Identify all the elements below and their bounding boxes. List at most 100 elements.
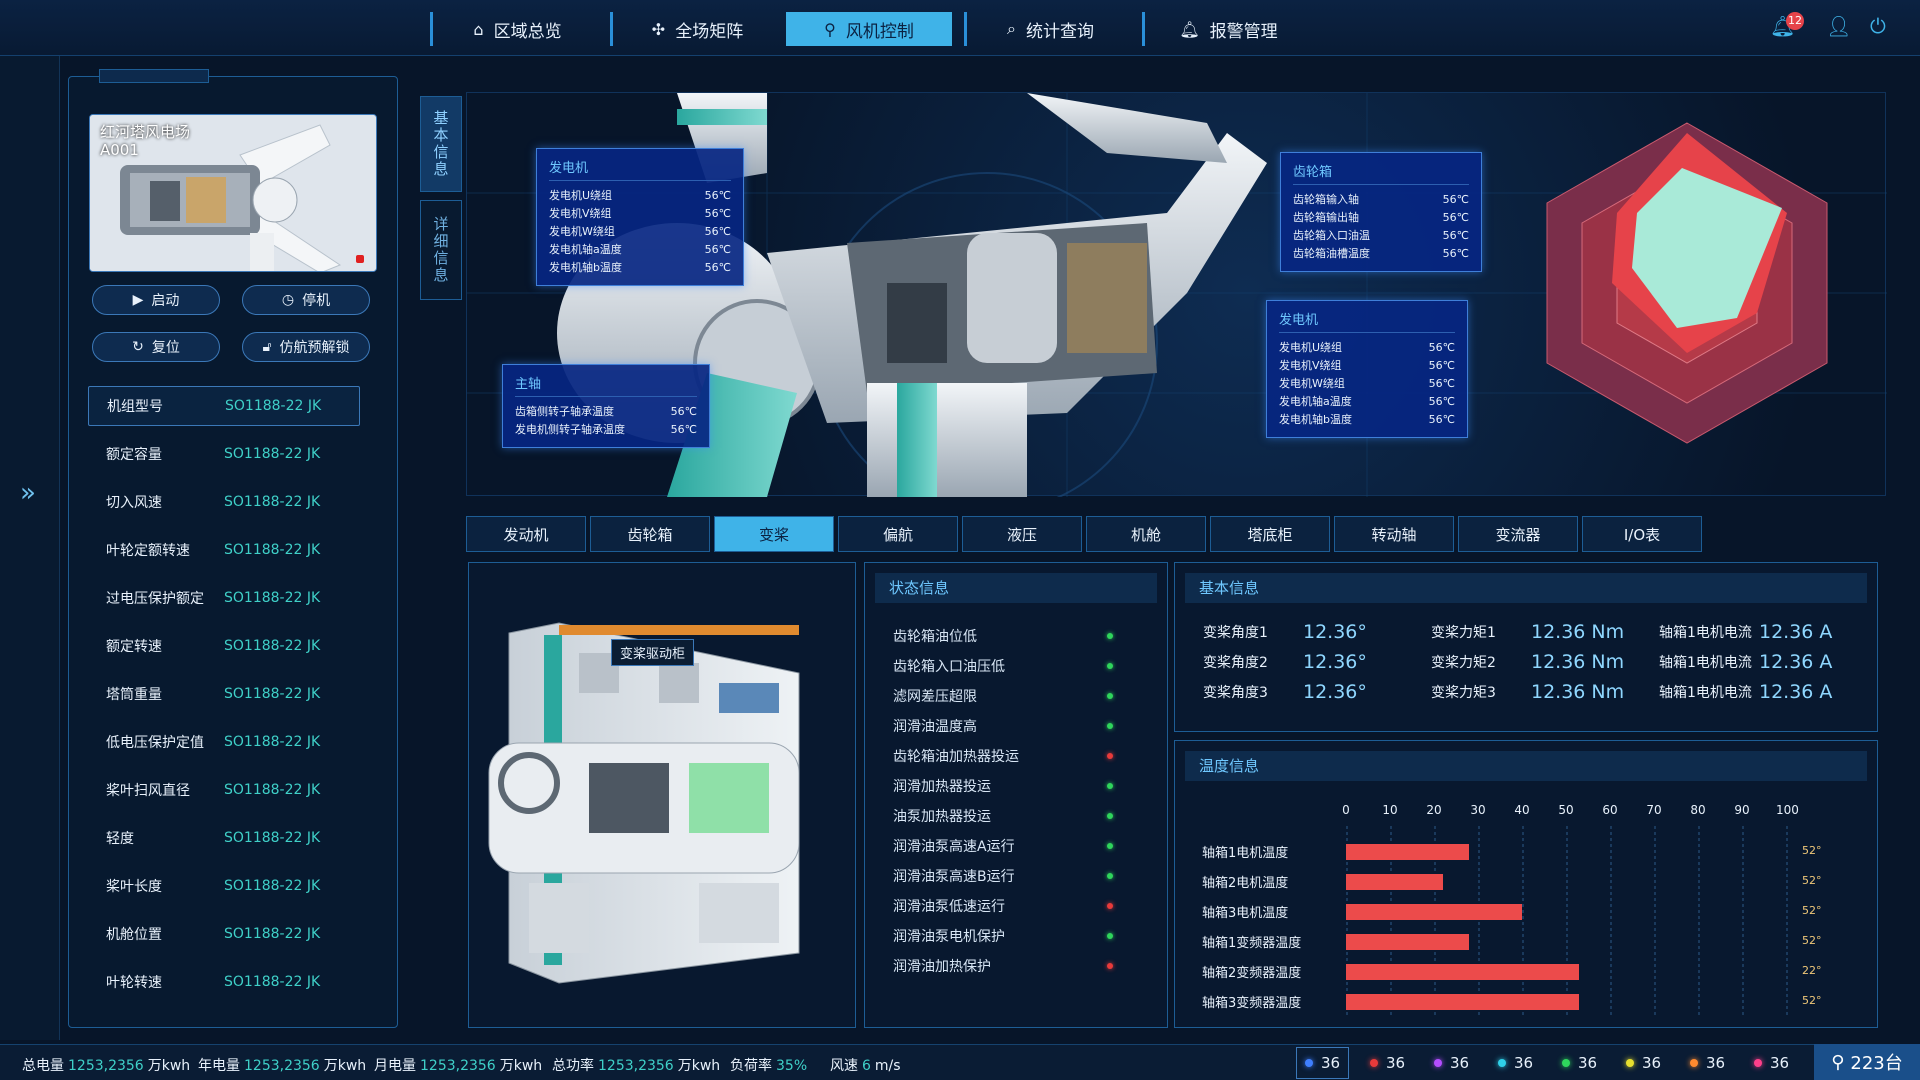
spec-value: SO1188-22 JK bbox=[224, 590, 321, 606]
basic-info-label: 轴箱1电机电流 bbox=[1659, 685, 1752, 701]
status-count-chip[interactable]: 36 bbox=[1296, 1047, 1350, 1079]
turbine-icon: ⚲ bbox=[1831, 1051, 1845, 1073]
nav-item-alarm-management[interactable]: 🔔︎ 报警管理 bbox=[1142, 12, 1312, 46]
tab-detail-info[interactable]: 详细信息 bbox=[420, 200, 462, 300]
info-label: 发电机轴a温度 bbox=[549, 243, 622, 256]
status-count-chip[interactable]: 36 bbox=[1498, 1047, 1533, 1079]
info-value: 56℃ bbox=[1428, 395, 1455, 408]
status-count-chip[interactable]: 36 bbox=[1690, 1047, 1725, 1079]
status-dot bbox=[1107, 753, 1113, 759]
info-row: 齿箱侧转子轴承温度 56℃ bbox=[515, 403, 697, 421]
nav-item-region-overview[interactable]: ⌂ 区域总览 bbox=[430, 12, 602, 46]
spec-row[interactable]: 切入风速 SO1188-22 JK bbox=[88, 482, 360, 522]
user-icon[interactable]: 👤︎ bbox=[1826, 14, 1851, 38]
basic-info-value: 12.36° bbox=[1303, 621, 1367, 643]
info-row: 齿轮箱输出轴 56℃ bbox=[1293, 209, 1469, 227]
turbine-thumbnail[interactable]: 红河塔风电场 A001 bbox=[89, 114, 377, 272]
chip-dot bbox=[1498, 1059, 1506, 1067]
footer-stat-unit: 万kwh bbox=[499, 1058, 543, 1074]
spec-row[interactable]: 叶轮转速 SO1188-22 JK bbox=[88, 962, 360, 1002]
basic-info-panel: 基本信息 变桨角度1 12.36° 变桨力矩1 12.36 Nm 轴箱1电机电流 12.3… bbox=[1174, 562, 1878, 732]
turbine-count[interactable]: ⚲ 223台 bbox=[1814, 1044, 1920, 1080]
spec-row[interactable]: 桨叶扫风直径 SO1188-22 JK bbox=[88, 770, 360, 810]
tab-偏航[interactable]: 偏航 bbox=[838, 516, 958, 552]
status-label: 润滑油泵高速A运行 bbox=[893, 839, 1015, 855]
spec-row[interactable]: 额定转速 SO1188-22 JK bbox=[88, 626, 360, 666]
generator-info-box: 发电机 发电机U绕组 56℃ 发电机V绕组 56℃ 发电机W绕组 56℃ 发电机轴a温度 56… bbox=[536, 148, 744, 286]
spec-label: 额定容量 bbox=[106, 447, 162, 463]
reset-button[interactable]: ↻ 复位 bbox=[92, 332, 220, 362]
nav-item-field-matrix[interactable]: ✣ 全场矩阵 bbox=[610, 12, 782, 46]
status-count-chip[interactable]: 36 bbox=[1370, 1047, 1405, 1079]
temperature-bar-value: 52° bbox=[1802, 874, 1822, 887]
status-count-chip[interactable]: 36 bbox=[1626, 1047, 1661, 1079]
spec-row[interactable]: 过电压保护额定 SO1188-22 JK bbox=[88, 578, 360, 618]
stop-button[interactable]: ◷ 停机 bbox=[242, 285, 370, 315]
tab-变流器[interactable]: 变流器 bbox=[1458, 516, 1578, 552]
tab-液压[interactable]: 液压 bbox=[962, 516, 1082, 552]
chip-dot bbox=[1370, 1059, 1378, 1067]
temperature-bar bbox=[1346, 994, 1580, 1010]
spec-row[interactable]: 机组型号 SO1188-22 JK bbox=[88, 386, 360, 426]
temperature-bar-label: 轴箱3电机温度 bbox=[1202, 906, 1289, 921]
basic-info-title: 基本信息 bbox=[1185, 573, 1867, 603]
info-row: 发电机V绕组 56℃ bbox=[1279, 357, 1455, 375]
status-item: 润滑油泵电机保护 bbox=[893, 921, 1113, 951]
tab-basic-info[interactable]: 基本信息 bbox=[420, 96, 462, 192]
spec-value: SO1188-22 JK bbox=[224, 974, 321, 990]
spec-row[interactable]: 机舱位置 SO1188-22 JK bbox=[88, 914, 360, 954]
temperature-bar-value: 52° bbox=[1802, 844, 1822, 857]
power-icon[interactable]: ⏻ bbox=[1870, 14, 1886, 38]
notification-badge: 12 bbox=[1786, 12, 1804, 30]
spec-row[interactable]: 轻度 SO1188-22 JK bbox=[88, 818, 360, 858]
axis-tick-label: 10 bbox=[1382, 803, 1398, 817]
status-item: 齿轮箱入口油压低 bbox=[893, 651, 1113, 681]
tab-塔底柜[interactable]: 塔底柜 bbox=[1210, 516, 1330, 552]
tab-I/O表[interactable]: I/O表 bbox=[1582, 516, 1702, 552]
chip-dot bbox=[1626, 1059, 1634, 1067]
tab-转动轴[interactable]: 转动轴 bbox=[1334, 516, 1454, 552]
turbine-icon: ⚲ bbox=[824, 19, 836, 39]
status-dot bbox=[1107, 723, 1113, 729]
spec-row[interactable]: 叶轮定额转速 SO1188-22 JK bbox=[88, 530, 360, 570]
spec-row[interactable]: 低电压保护定值 SO1188-22 JK bbox=[88, 722, 360, 762]
status-info-title: 状态信息 bbox=[875, 573, 1157, 603]
info-label: 齿轮箱油槽温度 bbox=[1293, 247, 1370, 260]
nav-item-turbine-control[interactable]: ⚲ 风机控制 bbox=[786, 12, 952, 46]
info-value: 56℃ bbox=[704, 225, 731, 238]
tab-发动机[interactable]: 发动机 bbox=[466, 516, 586, 552]
status-count-chip[interactable]: 36 bbox=[1434, 1047, 1469, 1079]
unlock-button[interactable]: 🔓︎ 仿航预解锁 bbox=[242, 332, 370, 362]
spec-row[interactable]: 桨叶长度 SO1188-22 JK bbox=[88, 866, 360, 906]
axis-tick-label: 60 bbox=[1602, 803, 1618, 817]
status-dot bbox=[1107, 633, 1113, 639]
status-count-chip[interactable]: 36 bbox=[1754, 1047, 1789, 1079]
status-count-chip[interactable]: 36 bbox=[1562, 1047, 1597, 1079]
spec-value: SO1188-22 JK bbox=[224, 494, 321, 510]
temperature-bar bbox=[1346, 904, 1522, 920]
basic-info-item: 变桨角度2 12.36° bbox=[1203, 651, 1433, 673]
component-image-panel: 变桨驱动柜 bbox=[468, 562, 856, 1028]
spec-row[interactable]: 额定容量 SO1188-22 JK bbox=[88, 434, 360, 474]
status-dot bbox=[1107, 843, 1113, 849]
pitch-drive-cabinet-image bbox=[488, 622, 800, 984]
tab-齿轮箱[interactable]: 齿轮箱 bbox=[590, 516, 710, 552]
spec-row[interactable]: 塔筒重量 SO1188-22 JK bbox=[88, 674, 360, 714]
chip-count: 36 bbox=[1578, 1054, 1598, 1072]
panel-decoration bbox=[99, 69, 209, 83]
footer-stat-value: 1253,2356 bbox=[244, 1058, 320, 1074]
status-item: 润滑油泵高速A运行 bbox=[893, 831, 1113, 861]
info-row: 发电机U绕组 56℃ bbox=[1279, 339, 1455, 357]
start-button[interactable]: ▶ 启动 bbox=[92, 285, 220, 315]
spec-label: 过电压保护额定 bbox=[106, 591, 204, 607]
nav-item-statistics[interactable]: ⌕ 统计查询 bbox=[964, 12, 1134, 46]
tab-机舱[interactable]: 机舱 bbox=[1086, 516, 1206, 552]
temperature-info-title: 温度信息 bbox=[1185, 751, 1867, 781]
expand-sidebar-icon[interactable]: » bbox=[20, 478, 36, 508]
tab-变桨[interactable]: 变桨 bbox=[714, 516, 834, 552]
temperature-bar bbox=[1346, 844, 1470, 860]
footer-stat: 总功率 1253,2356 万kwh bbox=[552, 1055, 720, 1075]
component-tabs: 发动机 齿轮箱 变桨 偏航 液压 机舱 塔底柜 转动轴 变流器 I/O表 bbox=[466, 516, 1702, 552]
info-label: 发电机侧转子轴承温度 bbox=[515, 423, 625, 436]
temperature-bar bbox=[1346, 964, 1580, 980]
